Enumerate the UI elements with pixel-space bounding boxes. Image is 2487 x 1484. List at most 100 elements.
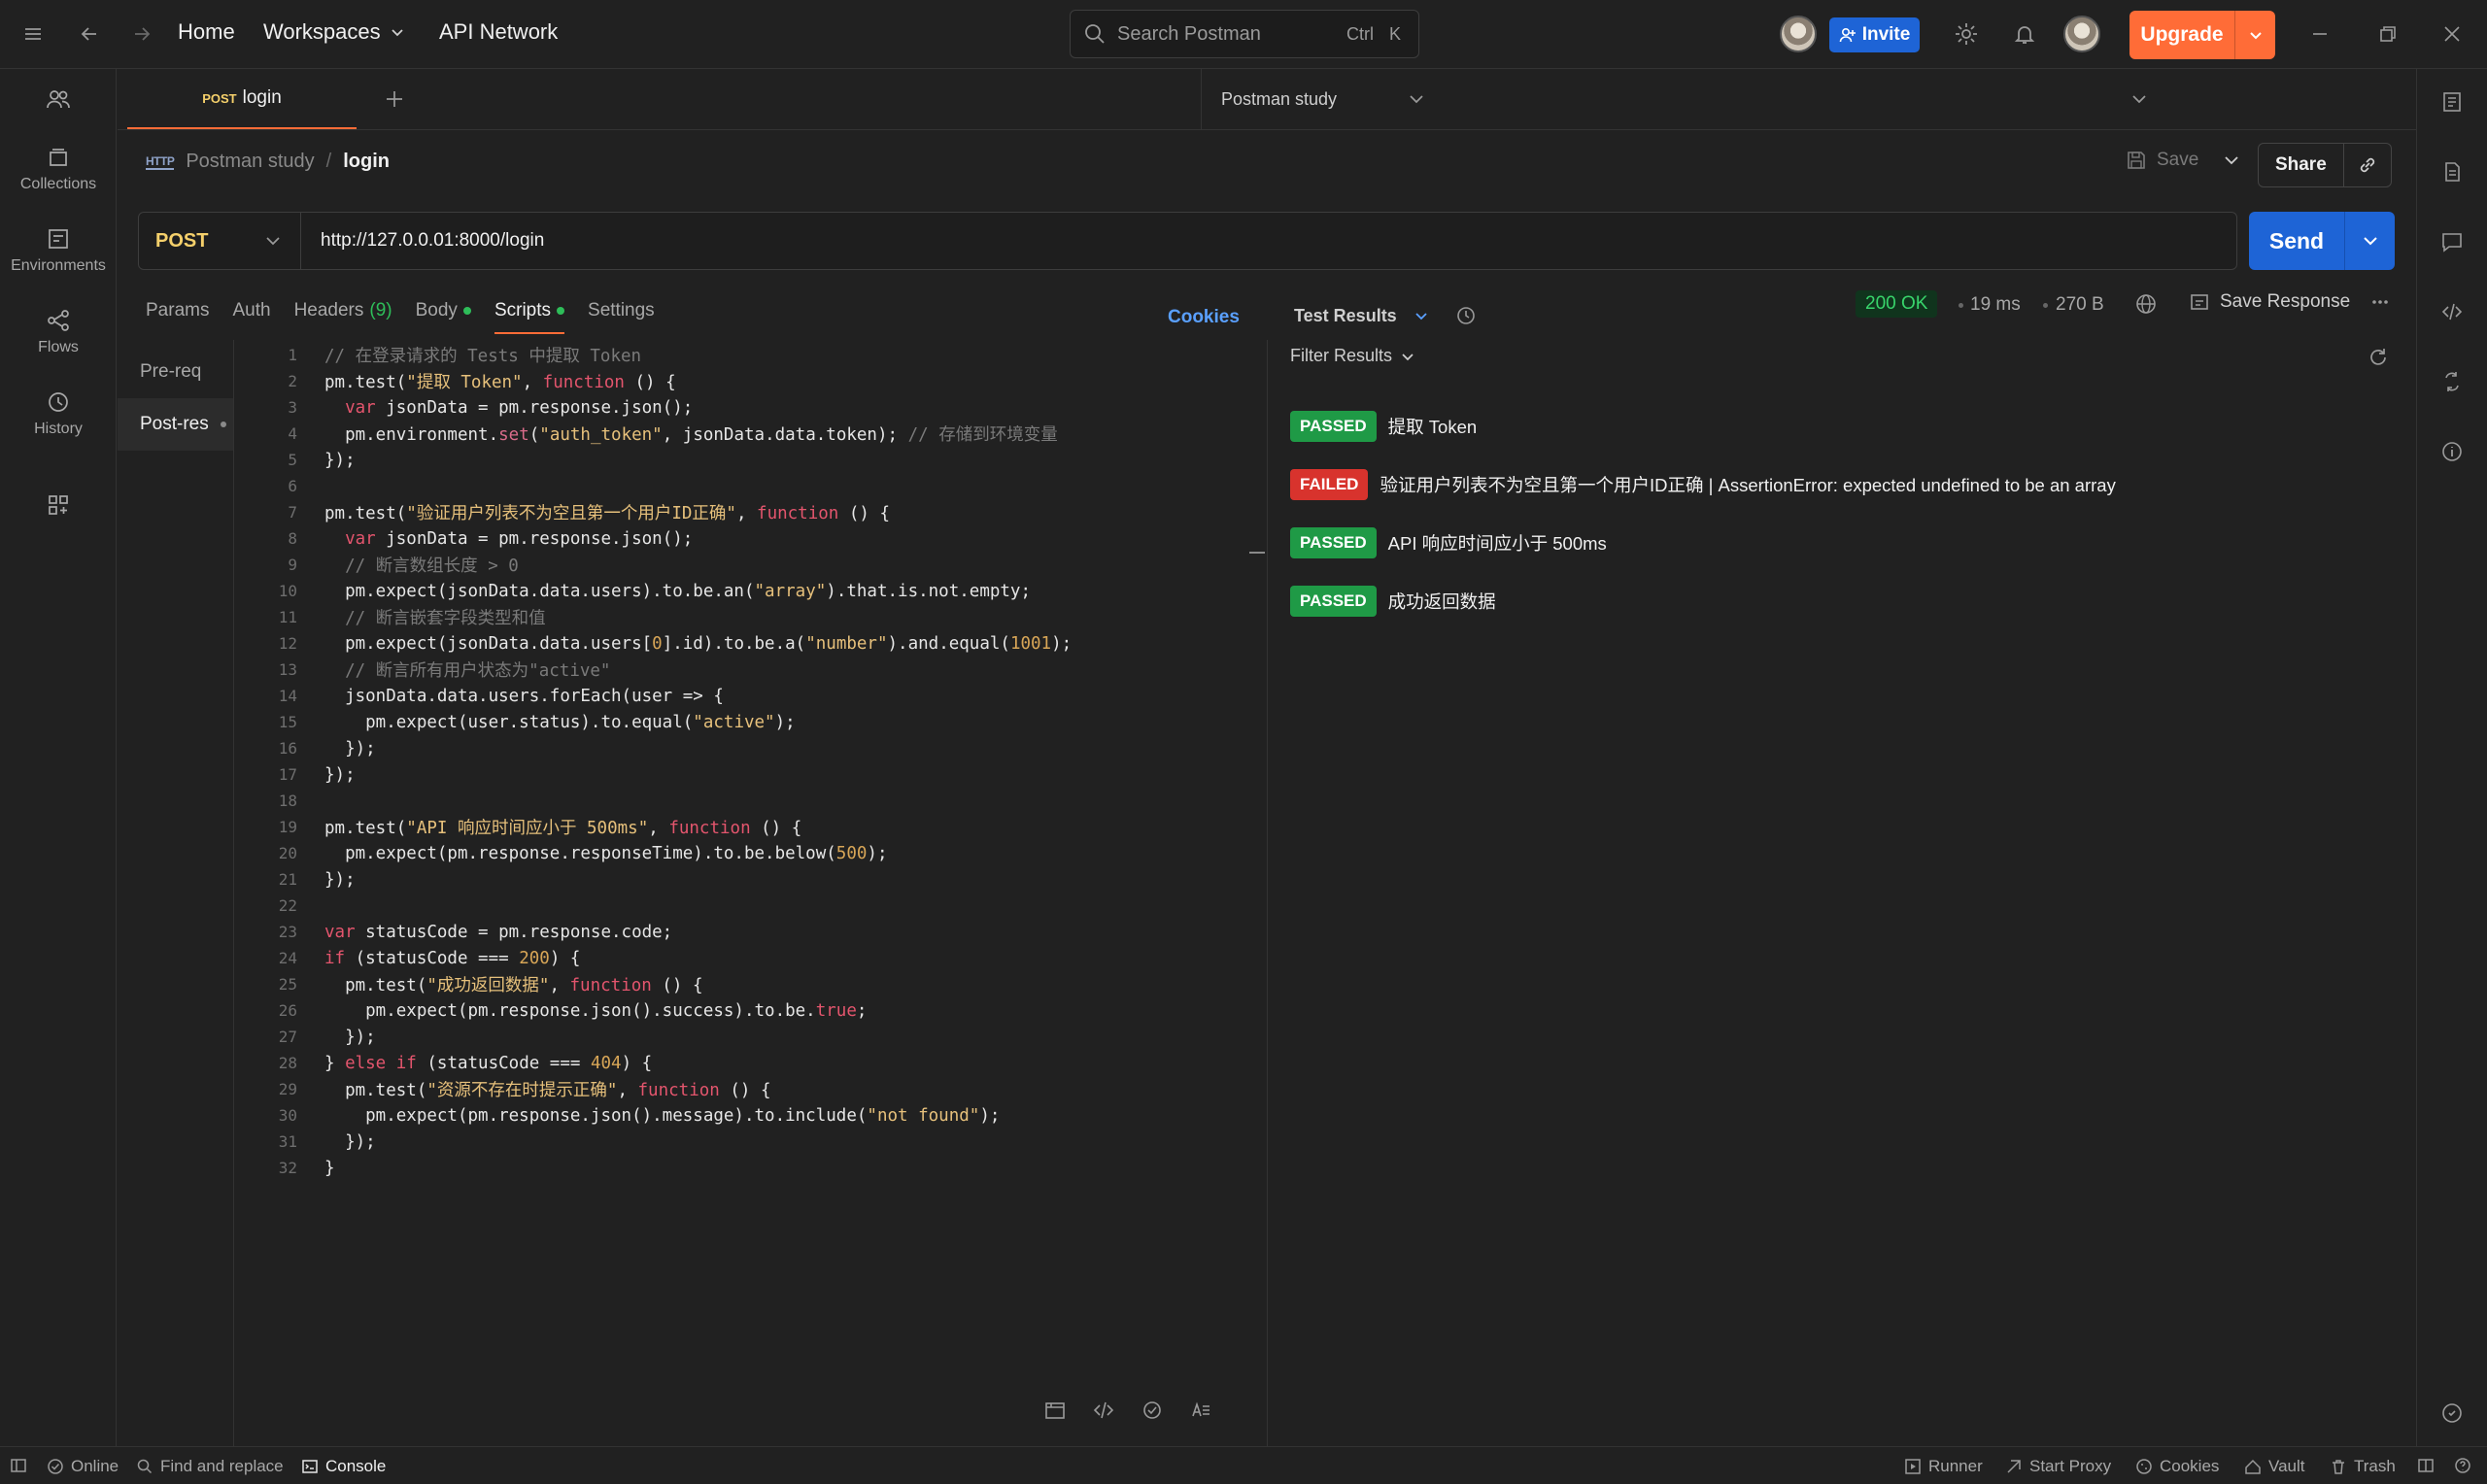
info-icon[interactable] (2440, 440, 2464, 463)
tab-headers[interactable]: Headers (9) (294, 295, 392, 326)
code-line[interactable]: 16 }); (235, 735, 1245, 761)
code-icon[interactable] (1088, 1395, 1119, 1426)
code-line[interactable]: 20 pm.expect(pm.response.responseTime).t… (235, 840, 1245, 866)
filter-results-dropdown[interactable]: Filter Results (1290, 346, 1415, 366)
code-line[interactable]: 5}); (235, 447, 1245, 473)
cookies-link[interactable]: Cookies (1168, 307, 1240, 328)
packages-icon[interactable] (1137, 1395, 1168, 1426)
online-status[interactable]: Online (47, 1457, 119, 1476)
code-line[interactable]: 3 var jsonData = pm.response.json(); (235, 394, 1245, 421)
save-button[interactable]: Save (2126, 150, 2241, 171)
globe-icon[interactable] (2134, 292, 2158, 316)
code-line[interactable]: 12 pm.expect(jsonData.data.users[0].id).… (235, 630, 1245, 657)
url-input[interactable]: http://127.0.0.01:8000/login (321, 230, 544, 252)
status-badge[interactable]: 200 OK (1856, 290, 1938, 318)
response-time[interactable]: 19 ms (1970, 294, 2021, 316)
code-line[interactable]: 30 pm.expect(pm.response.json().message)… (235, 1102, 1245, 1129)
new-tab-plus-icon[interactable] (384, 88, 405, 110)
sidebar-item-team[interactable] (0, 86, 117, 112)
invite-button[interactable]: Invite (1829, 17, 1920, 52)
code-line[interactable]: 1 // 在登录请求的 Tests 中提取 Token (235, 342, 1245, 368)
code-line[interactable]: 15 pm.expect(user.status).to.equal("acti… (235, 709, 1245, 735)
code-line[interactable]: 9 // 断言数组长度 > 0 (235, 552, 1245, 578)
script-item-post-res[interactable]: Post-res (118, 398, 233, 451)
breadcrumb-collection[interactable]: Postman study (186, 151, 314, 173)
script-item-pre-req[interactable]: Pre-req (118, 346, 233, 398)
tab-login[interactable]: POST login (127, 69, 357, 129)
share-button[interactable]: Share (2258, 143, 2392, 187)
sidebar-item-environments[interactable]: Environments (0, 226, 117, 275)
code-line[interactable]: 7 pm.test("验证用户列表不为空且第一个用户ID正确", function… (235, 499, 1245, 525)
code-editor[interactable]: 1// 在登录请求的 Tests 中提取 Token 2 pm.test("提取 T… (235, 342, 1245, 1187)
tab-auth[interactable]: Auth (232, 295, 270, 326)
toggle-sidebar-icon[interactable] (10, 1457, 27, 1474)
panel-divider[interactable] (1248, 340, 1268, 1446)
code-line[interactable]: 11 // 断言嵌套字段类型和值 (235, 604, 1245, 630)
code-line[interactable]: 19 pm.test("API 响应时间应小于 500ms", function … (235, 814, 1245, 840)
code-line[interactable]: 4 pm.environment.set("auth_token", jsonD… (235, 421, 1245, 447)
close-icon[interactable] (2435, 17, 2470, 51)
code-line[interactable]: 24 if (statusCode === 200) { (235, 945, 1245, 971)
vault-button[interactable]: Vault (2244, 1457, 2305, 1476)
sidebar-item-flows[interactable]: Flows (0, 308, 117, 356)
save-response-button[interactable]: Save Response (2189, 291, 2391, 313)
sidebar-item-history[interactable]: History (0, 389, 117, 438)
find-replace-button[interactable]: Find and replace (136, 1457, 284, 1476)
forward-arrow-icon[interactable] (124, 17, 159, 51)
code-line[interactable]: 31 }); (235, 1129, 1245, 1155)
refresh-icon[interactable] (2367, 346, 2390, 369)
breadcrumb-request[interactable]: login (343, 151, 390, 173)
bell-icon[interactable] (2007, 17, 2042, 51)
tab-scripts[interactable]: Scripts (494, 295, 565, 334)
snippets-icon[interactable] (1039, 1395, 1071, 1426)
code-line[interactable]: 10 pm.expect(jsonData.data.users).to.be.… (235, 578, 1245, 604)
comments-icon[interactable] (2440, 230, 2464, 253)
related-collections-icon[interactable] (2440, 370, 2464, 393)
code-line[interactable]: 32} (235, 1155, 1245, 1181)
copy-link-icon[interactable] (2342, 144, 2391, 186)
code-line[interactable]: 17}); (235, 761, 1245, 788)
more-options-icon[interactable] (2369, 291, 2391, 313)
code-line[interactable]: 25 pm.test("成功返回数据", function () { (235, 971, 1245, 997)
code-line[interactable]: 26 pm.expect(pm.response.json().success)… (235, 997, 1245, 1024)
back-arrow-icon[interactable] (72, 17, 107, 51)
code-line[interactable]: 28} else if (statusCode === 404) { (235, 1050, 1245, 1076)
workspaces-menu[interactable]: Workspaces (263, 19, 406, 45)
cookies-button[interactable]: Cookies (2135, 1457, 2219, 1476)
history-icon[interactable] (1455, 305, 1477, 326)
response-size[interactable]: 270 B (2056, 294, 2104, 316)
method-select[interactable]: POST (139, 213, 301, 269)
sidebar-item-collections[interactable]: Collections (0, 145, 117, 193)
chevron-down-icon[interactable] (2344, 212, 2395, 270)
format-icon[interactable] (1185, 1395, 1216, 1426)
gear-icon[interactable] (1949, 17, 1984, 51)
send-button[interactable]: Send (2249, 212, 2395, 270)
code-line[interactable]: 29 pm.test("资源不存在时提示正确", function () { (235, 1076, 1245, 1102)
environment-select[interactable]: Postman study (1201, 69, 1444, 129)
help-icon[interactable] (2454, 1457, 2471, 1474)
code-line[interactable]: 27 }); (235, 1024, 1245, 1050)
trash-button[interactable]: Trash (2330, 1457, 2396, 1476)
api-network-link[interactable]: API Network (439, 19, 558, 45)
upgrade-button[interactable]: Upgrade (2129, 11, 2275, 59)
documentation-icon[interactable] (2440, 90, 2464, 114)
code-line[interactable]: 8 var jsonData = pm.response.json(); (235, 525, 1245, 552)
chevron-down-icon[interactable] (2222, 151, 2241, 170)
code-line[interactable]: 23 var statusCode = pm.response.code; (235, 919, 1245, 945)
code-icon[interactable] (2440, 300, 2464, 323)
restore-icon[interactable] (2370, 17, 2405, 51)
two-pane-icon[interactable] (2417, 1457, 2435, 1474)
tab-settings[interactable]: Settings (588, 295, 655, 326)
user-avatar[interactable] (2063, 16, 2100, 52)
menu-icon[interactable] (16, 17, 51, 51)
code-line[interactable]: 18 (235, 788, 1245, 814)
code-line[interactable]: 6 (235, 473, 1245, 499)
test-results-dropdown[interactable]: Test Results (1294, 305, 1477, 326)
team-avatar[interactable] (1780, 16, 1817, 52)
search-input[interactable]: Search Postman Ctrl K (1070, 10, 1419, 58)
code-line[interactable]: 13 // 断言所有用户状态为"active" (235, 657, 1245, 683)
sidebar-item-configure[interactable] (0, 492, 117, 518)
code-line[interactable]: 14 jsonData.data.users.forEach(user => { (235, 683, 1245, 709)
runner-button[interactable]: Runner (1904, 1457, 1983, 1476)
code-line[interactable]: 21}); (235, 866, 1245, 893)
